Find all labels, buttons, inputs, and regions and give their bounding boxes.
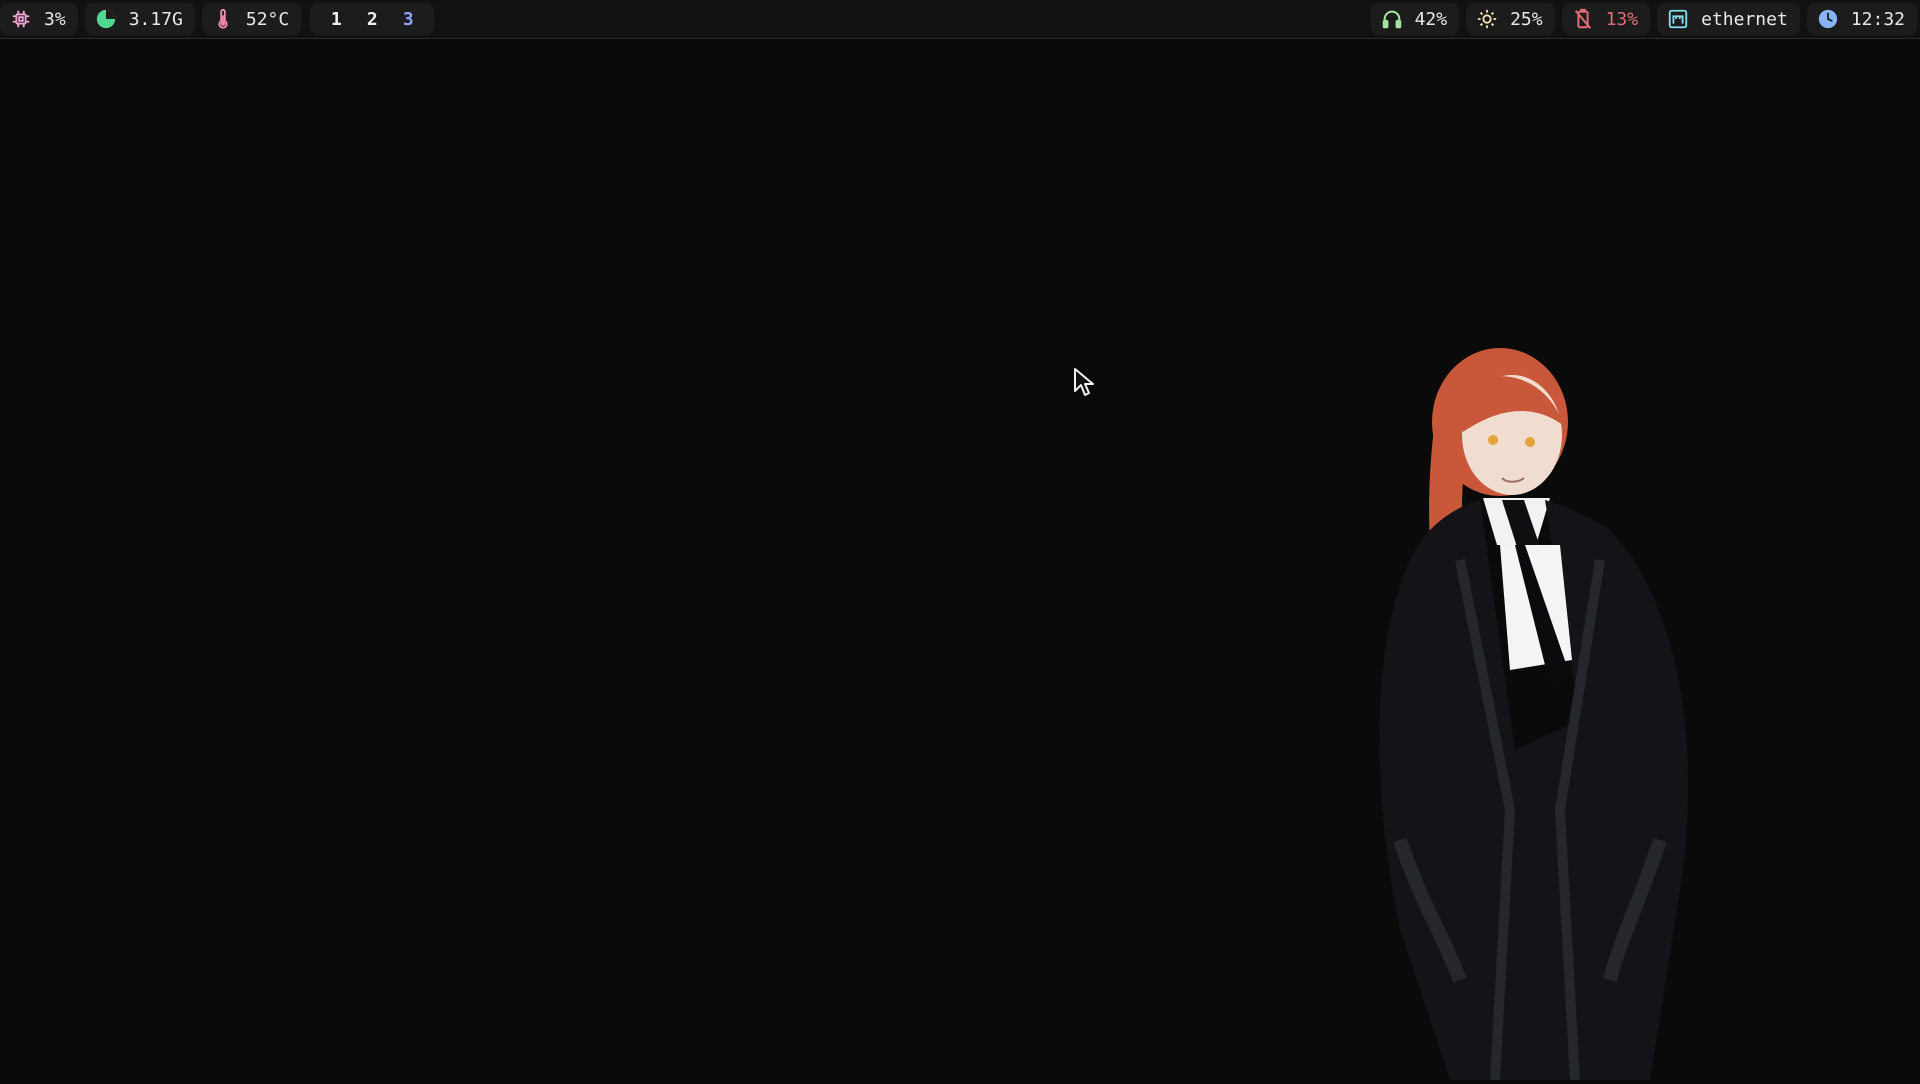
brightness-value: 25% [1510,8,1543,30]
anime-character-wallpaper [1340,340,1720,1081]
temperature-module[interactable]: 52°C [201,3,302,35]
status-bar-right: 42% 25% 13% ethernet 12:32 [1370,3,1917,35]
brightness-icon [1476,8,1498,30]
network-module[interactable]: ethernet [1657,3,1800,35]
clock-value: 12:32 [1850,8,1905,30]
headphones-icon [1381,8,1403,30]
cpu-usage-module[interactable]: 3% [0,3,78,35]
volume-module[interactable]: 42% [1370,3,1460,35]
cpu-icon [10,8,32,30]
clock-icon [1817,8,1839,30]
status-bar-left: 3% 3.17G 52°C 1 2 3 [0,3,435,35]
workspace-button[interactable]: 2 [356,4,388,34]
workspace-button[interactable]: 1 [320,4,352,34]
battery-module[interactable]: 13% [1561,3,1651,35]
thermometer-icon [212,8,234,30]
ethernet-icon [1667,8,1689,30]
workspace-button-active[interactable]: 3 [392,4,424,34]
battery-value: 13% [1605,8,1639,30]
brightness-module[interactable]: 25% [1466,3,1555,35]
memory-usage-value: 3.17G [128,8,183,30]
workspace-switcher: 1 2 3 [310,3,435,35]
clock-module[interactable]: 12:32 [1806,3,1917,35]
battery-low-icon [1572,8,1594,30]
volume-value: 42% [1414,8,1448,30]
memory-pie-icon [95,8,117,30]
memory-usage-module[interactable]: 3.17G [84,3,195,35]
temperature-value: 52°C [245,8,290,30]
network-value: ethernet [1701,8,1788,30]
cpu-usage-value: 3% [44,8,66,30]
mouse-cursor [1073,367,1095,397]
top-status-bar: 3% 3.17G 52°C 1 2 3 42% 25% 13% ethernet… [0,0,1920,39]
